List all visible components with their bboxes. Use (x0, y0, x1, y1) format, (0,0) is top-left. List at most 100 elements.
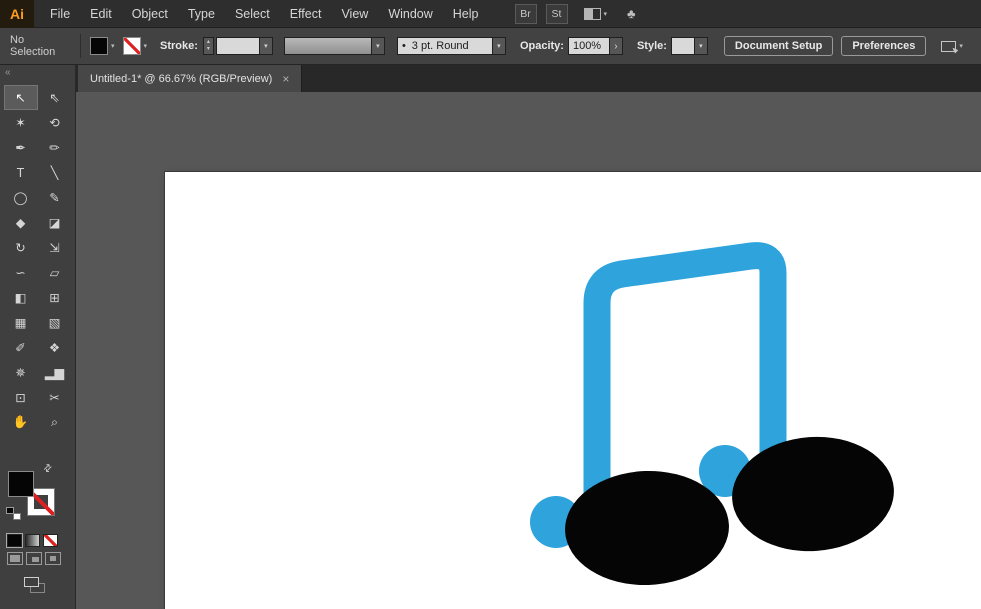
menu-item-window[interactable]: Window (378, 0, 442, 27)
spinner-down-icon[interactable]: ▾ (207, 46, 210, 53)
default-fill-stroke-icon[interactable] (6, 507, 21, 520)
selection-status: No Selection (10, 34, 72, 58)
preferences-button[interactable]: Preferences (841, 36, 926, 56)
tool-ellipse-icon[interactable]: ◯ (4, 185, 38, 210)
chevron-down-icon[interactable]: ▾ (260, 37, 273, 55)
color-button[interactable] (7, 534, 22, 547)
document-tab[interactable]: Untitled-1* @ 66.67% (RGB/Preview) × (78, 65, 302, 92)
align-options-button[interactable]: ▾ (941, 41, 963, 52)
screen-mode-front-icon (24, 577, 39, 587)
note-head-ellipse-right[interactable] (728, 431, 898, 556)
tool-scale-icon[interactable]: ⇲ (38, 235, 72, 260)
stroke-color-swatch[interactable] (123, 37, 141, 55)
tool-eraser-icon[interactable]: ◪ (38, 210, 72, 235)
fill-color-swatch[interactable] (90, 37, 108, 55)
artboard-pointer-icon (941, 41, 956, 52)
tool-zoom-icon[interactable]: ⌕ (38, 410, 72, 435)
chevron-down-icon[interactable]: ▾ (111, 42, 115, 50)
width-profile-preview[interactable] (284, 37, 372, 55)
tool-artboard-icon[interactable]: ⊡ (4, 385, 38, 410)
tool-rotate-icon[interactable]: ↻ (4, 235, 38, 260)
draw-normal-icon[interactable] (7, 552, 23, 565)
gradient-button[interactable] (25, 534, 40, 547)
chevron-down-icon: ▾ (604, 10, 608, 18)
variable-width-profile-dropdown[interactable]: ▾ (284, 37, 385, 55)
fill-indicator[interactable] (8, 471, 34, 497)
tool-hand-icon[interactable]: ✋ (4, 410, 38, 435)
stroke-weight-stepper[interactable]: ▴ ▾ (203, 37, 214, 55)
collapse-panel-icon[interactable]: « (0, 65, 75, 85)
artwork-svg (165, 172, 981, 609)
artboard[interactable] (165, 172, 981, 609)
tool-direct-selection-icon[interactable]: ⇖ (38, 85, 72, 110)
tools-panel: « ↖⇖✶⟲✒✏T╲◯✎◆◪↻⇲∽▱◧⊞▦▧✐❖✵▂▆⊡✂✋⌕ ⇄ (0, 65, 76, 609)
draw-inside-icon[interactable] (45, 552, 61, 565)
arrow-right-icon[interactable]: › (610, 37, 623, 55)
tool-column-graph-icon[interactable]: ▂▆ (38, 360, 72, 385)
stroke-weight-dropdown[interactable]: ▾ (216, 37, 273, 55)
stroke-weight-value[interactable] (216, 37, 260, 55)
workspace-plant-icon[interactable]: ♣ (627, 6, 636, 21)
tool-blob-brush-icon[interactable]: ◆ (4, 210, 38, 235)
brush-name: 3 pt. Round (412, 40, 469, 52)
brush-definition-dropdown[interactable]: • 3 pt. Round ▾ (397, 37, 506, 55)
arrange-documents-button[interactable]: ▾ (584, 8, 608, 20)
brush-dot-icon: • (402, 40, 406, 52)
menu-item-effect[interactable]: Effect (280, 0, 332, 27)
none-button[interactable] (43, 534, 58, 547)
tab-close-icon[interactable]: × (282, 72, 289, 86)
menu-bar: Ai FileEditObjectTypeSelectEffectViewWin… (0, 0, 981, 28)
document-setup-button[interactable]: Document Setup (724, 36, 833, 56)
tool-eyedropper-icon[interactable]: ✐ (4, 335, 38, 360)
menu-item-edit[interactable]: Edit (80, 0, 122, 27)
tool-magic-wand-icon[interactable]: ✶ (4, 110, 38, 135)
draw-behind-icon[interactable] (26, 552, 42, 565)
style-dropdown[interactable]: ▾ (671, 37, 708, 55)
tool-pencil-icon[interactable]: ✎ (38, 185, 72, 210)
tool-pen-icon[interactable]: ✒ (4, 135, 38, 160)
chevron-down-icon[interactable]: ▾ (144, 42, 148, 50)
menu-item-file[interactable]: File (40, 0, 80, 27)
tool-perspective-grid-icon[interactable]: ⊞ (38, 285, 72, 310)
chevron-down-icon[interactable]: ▾ (695, 37, 708, 55)
canvas-area[interactable] (76, 92, 981, 609)
tool-mesh-icon[interactable]: ▦ (4, 310, 38, 335)
drawing-modes-row (0, 547, 75, 565)
tool-shape-builder-icon[interactable]: ◧ (4, 285, 38, 310)
tool-line-segment-icon[interactable]: ╲ (38, 160, 72, 185)
brush-definition-value[interactable]: • 3 pt. Round (397, 37, 493, 55)
illustrator-logo: Ai (0, 0, 34, 28)
chevron-down-icon[interactable]: ▾ (372, 37, 385, 55)
tool-lasso-icon[interactable]: ⟲ (38, 110, 72, 135)
bridge-button[interactable]: Br (515, 4, 537, 24)
tool-width-icon[interactable]: ∽ (4, 260, 38, 285)
tool-paintbrush-icon[interactable]: ✏ (38, 135, 72, 160)
opacity-dropdown[interactable]: 100% › (568, 37, 623, 55)
chevron-down-icon[interactable]: ▾ (493, 37, 506, 55)
style-value[interactable] (671, 37, 695, 55)
menu-item-help[interactable]: Help (443, 0, 489, 27)
document-tab-title: Untitled-1* @ 66.67% (RGB/Preview) (90, 73, 272, 85)
tool-gradient-icon[interactable]: ▧ (38, 310, 72, 335)
stock-button[interactable]: St (546, 4, 568, 24)
tool-blend-icon[interactable]: ❖ (38, 335, 72, 360)
color-mode-row (0, 529, 75, 547)
stroke-label: Stroke: (160, 40, 198, 52)
menu-item-select[interactable]: Select (225, 0, 280, 27)
arrange-documents-icon (584, 8, 601, 20)
tool-free-transform-icon[interactable]: ▱ (38, 260, 72, 285)
tool-selection-icon[interactable]: ↖ (4, 85, 38, 110)
chevron-down-icon: ▾ (959, 42, 963, 50)
swap-fill-stroke-icon[interactable]: ⇄ (41, 462, 55, 476)
tool-symbol-sprayer-icon[interactable]: ✵ (4, 360, 38, 385)
tool-slice-icon[interactable]: ✂ (38, 385, 72, 410)
menu-item-object[interactable]: Object (122, 0, 178, 27)
spinner-up-icon[interactable]: ▴ (207, 39, 210, 46)
screen-mode-button[interactable] (24, 577, 44, 593)
document-tab-bar: Untitled-1* @ 66.67% (RGB/Preview) × (76, 65, 981, 92)
menu-item-view[interactable]: View (331, 0, 378, 27)
menu-items: FileEditObjectTypeSelectEffectViewWindow… (40, 0, 489, 27)
menu-item-type[interactable]: Type (178, 0, 225, 27)
tool-type-icon[interactable]: T (4, 160, 38, 185)
opacity-value[interactable]: 100% (568, 37, 610, 55)
